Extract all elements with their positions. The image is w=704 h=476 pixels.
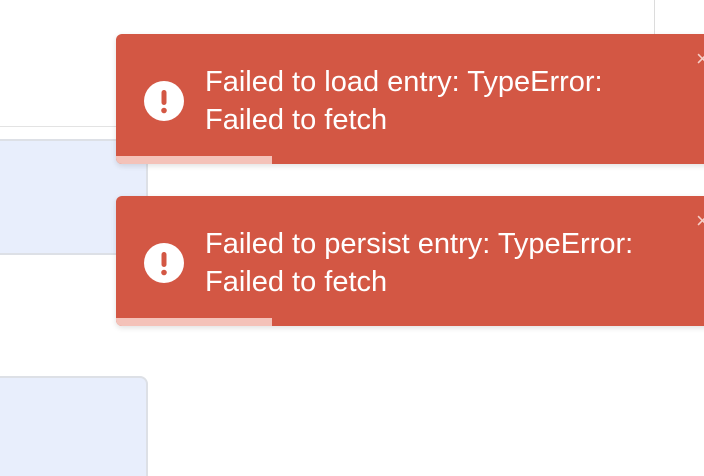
close-icon[interactable]: × — [696, 48, 704, 70]
app-viewport: Failed to load entry: TypeError: Failed … — [0, 0, 704, 476]
background-entry-card[interactable] — [0, 376, 148, 476]
error-toast[interactable]: Failed to load entry: TypeError: Failed … — [116, 34, 704, 164]
close-icon[interactable]: × — [696, 210, 704, 232]
toast-progress-track — [116, 318, 704, 326]
toast-progress-bar — [116, 318, 272, 326]
error-toast[interactable]: Failed to persist entry: TypeError: Fail… — [116, 196, 704, 326]
toast-message: Failed to load entry: TypeError: Failed … — [205, 66, 603, 136]
toast-progress-track — [116, 156, 704, 164]
toast-progress-bar — [116, 156, 272, 164]
exclamation-icon — [144, 81, 184, 121]
exclamation-icon — [144, 243, 184, 283]
toast-message: Failed to persist entry: TypeError: Fail… — [205, 228, 634, 298]
